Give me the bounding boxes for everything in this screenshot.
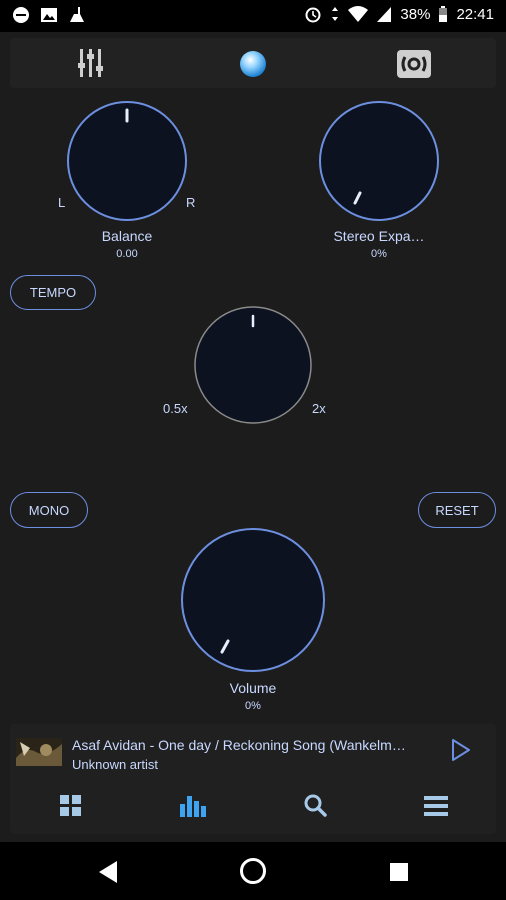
equalizer-icon[interactable]: [77, 47, 107, 79]
reset-button[interactable]: RESET: [418, 492, 496, 528]
battery-percent: 38%: [400, 5, 431, 23]
equalizer-tab-icon[interactable]: [179, 792, 209, 818]
now-playing-panel: Asaf Avidan - One day / Reckoning Song (…: [10, 724, 496, 834]
play-icon[interactable]: [450, 738, 472, 762]
tempo-min-label: 0.5x: [163, 401, 188, 416]
balance-knob[interactable]: [65, 99, 189, 223]
balance-left-label: L: [58, 195, 66, 210]
library-grid-icon[interactable]: [59, 794, 83, 818]
recents-icon[interactable]: [389, 862, 409, 882]
album-art[interactable]: [16, 738, 62, 766]
track-title[interactable]: Asaf Avidan - One day / Reckoning Song (…: [72, 737, 442, 753]
stereo-expansion-knob[interactable]: [317, 99, 441, 223]
knob-tab-icon[interactable]: [238, 49, 268, 79]
volume-value: 0%: [245, 700, 261, 712]
image-icon: [41, 8, 57, 22]
system-nav-bar: [0, 842, 506, 900]
search-icon[interactable]: [303, 793, 327, 817]
clock: 22:41: [456, 5, 494, 23]
balance-right-label: R: [186, 195, 196, 210]
balance-value: 0.00: [116, 248, 138, 260]
stereo-expansion-label: Stereo Expa…: [333, 228, 425, 244]
tempo-knob[interactable]: [192, 304, 314, 426]
tempo-max-label: 2x: [312, 401, 326, 416]
track-artist: Unknown artist: [72, 757, 158, 772]
notification-icon: [13, 7, 29, 23]
mono-button[interactable]: MONO: [10, 492, 88, 528]
alarm-icon: [305, 7, 321, 23]
back-icon[interactable]: [97, 860, 119, 884]
surround-icon[interactable]: [396, 49, 432, 79]
data-arrows-icon: [332, 7, 339, 21]
battery-icon: [439, 6, 448, 22]
tempo-button[interactable]: TEMPO: [10, 275, 96, 310]
menu-icon[interactable]: [423, 794, 449, 818]
main-screen: L R Balance 0.00 Stereo Expa… 0% TEMPO 0…: [0, 32, 506, 842]
volume-label: Volume: [229, 680, 277, 696]
balance-label: Balance: [101, 228, 153, 244]
volume-knob[interactable]: [180, 527, 326, 673]
stereo-expansion-value: 0%: [371, 248, 387, 260]
cleaner-icon: [70, 7, 84, 22]
signal-icon: [377, 7, 392, 22]
top-bar: [10, 38, 496, 88]
wifi-icon: [348, 6, 369, 22]
home-icon[interactable]: [239, 857, 267, 885]
status-bar: 38% 22:41: [0, 0, 506, 32]
